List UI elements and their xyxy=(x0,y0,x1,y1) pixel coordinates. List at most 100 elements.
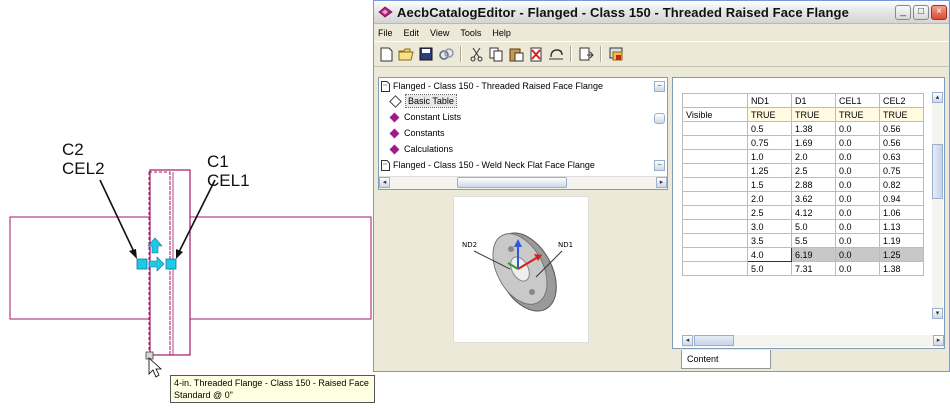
export-icon[interactable] xyxy=(578,46,594,62)
link-icon[interactable] xyxy=(438,46,454,62)
grid-cell[interactable]: 0.0 xyxy=(835,247,880,262)
collapse-icon[interactable]: − xyxy=(654,160,665,171)
grid-cell[interactable]: 1.13 xyxy=(879,219,924,234)
tree-item-calculations[interactable]: Calculations xyxy=(389,143,453,155)
grid-cell[interactable]: 0.0 xyxy=(835,205,880,220)
grid-cell[interactable]: 5.5 xyxy=(791,233,836,248)
scroll-down-icon[interactable]: ▾ xyxy=(932,308,943,319)
copy-icon[interactable] xyxy=(488,46,504,62)
table-row[interactable]: 5.0 7.31 0.0 1.38 xyxy=(682,261,924,276)
grid-cell[interactable]: 0.56 xyxy=(879,121,924,136)
tree-item-basic-table[interactable]: Basic Table xyxy=(389,94,457,108)
grid-cell[interactable]: 0.0 xyxy=(835,121,880,136)
grid-cell[interactable]: 0.0 xyxy=(835,219,880,234)
grid-cell[interactable]: 1.69 xyxy=(791,135,836,150)
grid-cell[interactable]: 2.0 xyxy=(791,149,836,164)
menu-tools[interactable]: Tools xyxy=(460,28,481,38)
grid-cell[interactable]: 1.06 xyxy=(879,205,924,220)
catalog-tree[interactable]: Flanged - Class 150 - Threaded Raised Fa… xyxy=(378,77,668,190)
table-row[interactable]: 2.5 4.12 0.0 1.06 xyxy=(682,205,924,220)
tree-item-weld-neck-flat-face[interactable]: Flanged - Class 150 - Weld Neck Flat Fac… xyxy=(381,159,595,171)
grid-cell[interactable]: 7.31 xyxy=(791,261,836,276)
grid-cell[interactable]: 2.5 xyxy=(747,205,792,220)
save-icon[interactable] xyxy=(418,46,434,62)
row-header[interactable] xyxy=(682,261,748,276)
table-row[interactable]: 1.25 2.5 0.0 0.75 xyxy=(682,163,924,178)
grid-cell[interactable]: 2.88 xyxy=(791,177,836,192)
grid-cell[interactable]: 1.25 xyxy=(879,247,924,262)
row-header[interactable] xyxy=(682,219,748,234)
table-row[interactable]: 3.0 5.0 0.0 1.13 xyxy=(682,219,924,234)
cut-icon[interactable] xyxy=(468,46,484,62)
cad-viewport[interactable]: C2 CEL2 C1 CEL1 4-in. Threaded Flange - … xyxy=(0,0,375,404)
row-header[interactable] xyxy=(682,149,748,164)
launch-icon[interactable] xyxy=(608,46,624,62)
grid-cell[interactable]: TRUE xyxy=(791,107,836,122)
grid-cell[interactable]: 5.0 xyxy=(747,261,792,276)
grid-hscrollbar[interactable]: ◂ ▸ xyxy=(682,335,944,347)
row-header[interactable] xyxy=(682,135,748,150)
grid-cell[interactable]: 1.25 xyxy=(747,163,792,178)
grid-cell[interactable]: 3.0 xyxy=(747,219,792,234)
grid-cell[interactable]: 0.0 xyxy=(835,233,880,248)
grid-cell[interactable]: 0.94 xyxy=(879,191,924,206)
delete-icon[interactable] xyxy=(528,46,544,62)
tree-hscrollbar[interactable]: ◂ ▸ xyxy=(379,176,667,189)
tree-item-threaded-raised-face[interactable]: Flanged - Class 150 - Threaded Raised Fa… xyxy=(381,80,603,92)
column-header[interactable]: D1 xyxy=(791,93,836,108)
menu-file[interactable]: File xyxy=(378,28,393,38)
grid-cell[interactable]: 0.63 xyxy=(879,149,924,164)
title-bar[interactable]: AecbCatalogEditor - Flanged - Class 150 … xyxy=(374,1,949,24)
close-button[interactable]: × xyxy=(931,4,947,20)
grid-cell[interactable]: TRUE xyxy=(835,107,880,122)
grid-cell[interactable]: 1.5 xyxy=(747,177,792,192)
grid-cell[interactable]: 1.19 xyxy=(879,233,924,248)
grid-cell[interactable]: 0.0 xyxy=(835,177,880,192)
basic-table-grid[interactable]: ND1 D1 CEL1 CEL2 Visible TRUE TRUE TRUE TRUE 0.5 1… xyxy=(672,77,945,349)
table-row[interactable]: 1.0 2.0 0.0 0.63 xyxy=(682,149,924,164)
grid-cell[interactable]: 1.38 xyxy=(791,121,836,136)
grid-cell[interactable]: 0.0 xyxy=(835,163,880,178)
data-grid[interactable]: ND1 D1 CEL1 CEL2 Visible TRUE TRUE TRUE TRUE 0.5 1… xyxy=(682,93,924,276)
tree-item-constants[interactable]: Constants xyxy=(389,127,445,139)
scroll-left-icon[interactable]: ◂ xyxy=(682,335,693,346)
grid-cell[interactable]: 4.12 xyxy=(791,205,836,220)
tab-content[interactable]: Content xyxy=(681,350,771,369)
grid-cell[interactable]: 0.5 xyxy=(747,121,792,136)
grid-cell[interactable]: 3.62 xyxy=(791,191,836,206)
table-row[interactable]: 1.5 2.88 0.0 0.82 xyxy=(682,177,924,192)
grid-cell[interactable]: 5.0 xyxy=(791,219,836,234)
grid-cell[interactable]: 0.75 xyxy=(879,163,924,178)
grid-cell[interactable]: 4.0 xyxy=(747,247,792,262)
menu-edit[interactable]: Edit xyxy=(404,28,420,38)
grid-cell[interactable]: 0.0 xyxy=(835,261,880,276)
table-row[interactable]: 0.75 1.69 0.0 0.56 xyxy=(682,135,924,150)
column-header[interactable]: CEL2 xyxy=(879,93,924,108)
column-header[interactable]: ND1 xyxy=(747,93,792,108)
minimize-button[interactable]: _ xyxy=(895,4,911,20)
grid-cell[interactable]: 2.5 xyxy=(791,163,836,178)
grid-cell[interactable]: 6.19 xyxy=(791,247,836,262)
grid-cell[interactable]: 3.5 xyxy=(747,233,792,248)
grid-cell[interactable]: 2.0 xyxy=(747,191,792,206)
grid-cell[interactable]: 0.56 xyxy=(879,135,924,150)
collapse-icon[interactable]: − xyxy=(654,81,665,92)
row-header[interactable] xyxy=(682,247,748,262)
table-row[interactable]: 3.5 5.5 0.0 1.19 xyxy=(682,233,924,248)
column-header[interactable]: CEL1 xyxy=(835,93,880,108)
tree-scroll-thumb[interactable] xyxy=(654,113,665,124)
scroll-right-icon[interactable]: ▸ xyxy=(656,177,667,188)
table-row[interactable]: 4.0 6.19 0.0 1.25 xyxy=(682,247,924,262)
grid-cell[interactable]: 0.0 xyxy=(835,135,880,150)
row-header[interactable] xyxy=(682,163,748,178)
scroll-up-icon[interactable]: ▴ xyxy=(932,92,943,103)
maximize-button[interactable]: □ xyxy=(913,4,929,20)
grid-cell[interactable]: 0.75 xyxy=(747,135,792,150)
row-header[interactable] xyxy=(682,191,748,206)
grid-vscrollbar[interactable]: ▴ ▾ xyxy=(932,92,943,319)
grid-cell[interactable]: 1.0 xyxy=(747,149,792,164)
row-header[interactable] xyxy=(682,233,748,248)
row-header[interactable] xyxy=(682,205,748,220)
scroll-left-icon[interactable]: ◂ xyxy=(379,177,390,188)
grid-cell[interactable]: 0.0 xyxy=(835,149,880,164)
